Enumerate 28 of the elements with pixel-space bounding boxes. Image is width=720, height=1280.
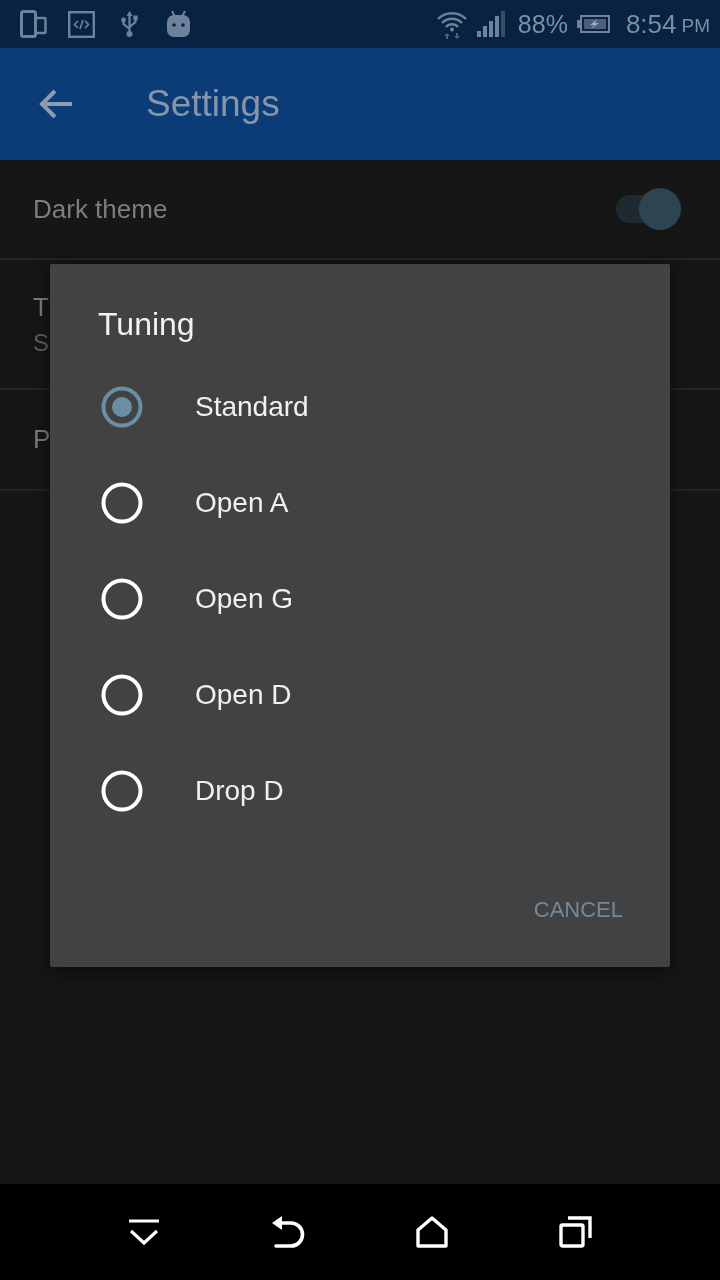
screen-title: Settings: [146, 83, 280, 125]
back-icon: [270, 1216, 305, 1248]
recents-icon: [559, 1216, 593, 1248]
clock-time: 8:54: [625, 8, 677, 40]
setting-summary: S: [33, 328, 49, 357]
option-label[interactable]: Standard: [195, 391, 309, 423]
setting-title[interactable]: T: [33, 291, 49, 323]
back-arrow-icon: [38, 88, 74, 120]
devices-icon: [20, 10, 47, 38]
option-label[interactable]: Open A: [195, 487, 289, 519]
chevron-down-icon: [127, 1219, 160, 1245]
clock-period: PM: [681, 15, 710, 37]
battery-percent: 88%: [517, 9, 568, 39]
wifi-icon: [435, 9, 468, 39]
robot-icon: [166, 10, 191, 38]
radio-button[interactable]: [101, 386, 143, 428]
battery-icon: [576, 15, 610, 33]
setting-title[interactable]: P: [33, 424, 51, 455]
toggle-switch[interactable]: [614, 187, 682, 231]
setting-title[interactable]: Dark theme: [33, 193, 168, 225]
code-icon: [68, 10, 95, 38]
option-label[interactable]: Open G: [195, 583, 294, 615]
option-label[interactable]: Open D: [195, 679, 292, 711]
home-icon: [416, 1216, 449, 1248]
dialog-title: Tuning: [98, 306, 195, 343]
usb-icon: [120, 10, 139, 38]
signal-icon: [476, 11, 506, 37]
option-label[interactable]: Drop D: [195, 775, 284, 807]
